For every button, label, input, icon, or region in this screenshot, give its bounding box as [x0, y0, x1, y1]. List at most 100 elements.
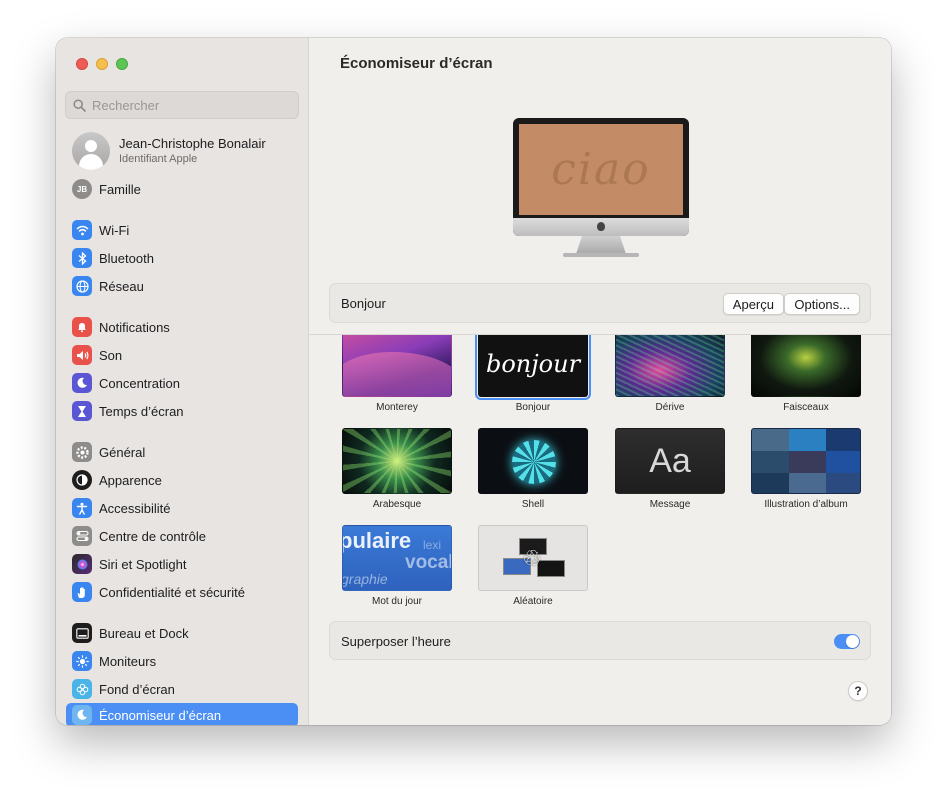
screensaver-preview: ciao [513, 118, 689, 268]
close-window-button[interactable] [76, 58, 88, 70]
sidebar-item-moniteurs[interactable]: Moniteurs [66, 649, 298, 673]
sidebar-item-apparence[interactable]: Apparence [66, 468, 298, 492]
sidebar-item-label: Bureau et Dock [99, 625, 189, 641]
saver-thumbnail: pulaire lexi vocal graphie [342, 525, 452, 591]
settings-window: Jean-Christophe Bonalair Identifiant App… [56, 38, 891, 725]
minimize-window-button[interactable] [96, 58, 108, 70]
sidebar-item-label: Siri et Spotlight [99, 556, 187, 572]
apple-account[interactable]: Jean-Christophe Bonalair Identifiant App… [72, 132, 266, 170]
sidebar-item-temps-ecran[interactable]: Temps d’écran [66, 399, 298, 423]
accessibility-icon [72, 498, 92, 518]
sidebar-item-label: Accessibilité [99, 500, 171, 516]
saver-tile-mot-du-jour[interactable]: pulaire lexi vocal graphie Mot du jour [342, 525, 452, 607]
saver-name: Faisceaux [783, 402, 829, 413]
saver-thumbnail: ♲ [478, 525, 588, 591]
imac-stand [576, 236, 626, 254]
saver-thumbnail [478, 428, 588, 494]
saver-tile-monterey[interactable]: Monterey [342, 335, 452, 413]
sidebar-item-accessibilite[interactable]: Accessibilité [66, 496, 298, 520]
sidebar-item-wifi[interactable]: Wi-Fi [66, 218, 298, 242]
hourglass-icon [72, 401, 92, 421]
sidebar-item-economiseur[interactable]: Économiseur d’écran [66, 703, 298, 725]
sidebar-item-confidentialite[interactable]: Confidentialité et sécurité [66, 580, 298, 604]
sidebar-item-centre-controle[interactable]: Centre de contrôle [66, 524, 298, 548]
sidebar-item-notifications[interactable]: Notifications [66, 315, 298, 339]
zoom-window-button[interactable] [116, 58, 128, 70]
sidebar-item-bureau-dock[interactable]: Bureau et Dock [66, 621, 298, 645]
saver-thumbnail [342, 335, 452, 397]
apple-logo-icon [597, 222, 605, 231]
search-icon [73, 98, 86, 112]
dock-icon [72, 623, 92, 643]
screensaver-grid: Monterey bonjour Bonjour Dérive Faisceau… [309, 335, 891, 619]
sidebar-item-label: Concentration [99, 375, 180, 391]
saver-thumbnail: Aa [615, 428, 725, 494]
sidebar-item-general[interactable]: Général [66, 440, 298, 464]
wifi-icon [72, 220, 92, 240]
bluetooth-icon [72, 248, 92, 268]
saver-tile-message[interactable]: Aa Message [615, 428, 725, 510]
saver-thumbnail: bonjour [475, 335, 591, 400]
saver-tile-bonjour[interactable]: bonjour Bonjour [475, 335, 591, 413]
sidebar-item-label: Fond d’écran [99, 681, 175, 697]
sidebar-item-siri[interactable]: Siri et Spotlight [66, 552, 298, 576]
sidebar-item-label: Moniteurs [99, 653, 157, 669]
imac-foot [563, 253, 639, 257]
control-center-icon [72, 526, 92, 546]
saver-name: Illustration d’album [764, 499, 848, 510]
sidebar-item-label: Général [99, 444, 146, 460]
saver-tile-album[interactable]: Illustration d’album [751, 428, 861, 510]
page-title: Économiseur d’écran [340, 55, 493, 72]
speaker-icon [72, 345, 92, 365]
help-button[interactable]: ? [848, 681, 868, 701]
shuffle-icon: ♲ [522, 546, 542, 571]
avatar [72, 132, 110, 170]
sidebar-item-fond-ecran[interactable]: Fond d’écran [66, 677, 298, 701]
saver-thumbnail-text: Aa [649, 441, 691, 480]
saver-name: Message [649, 499, 691, 510]
sidebar-item-reseau[interactable]: Réseau [66, 274, 298, 298]
gear-icon [72, 442, 92, 462]
sidebar-item-son[interactable]: Son [66, 343, 298, 367]
preview-text: ciao [551, 144, 651, 195]
show-clock-toggle[interactable] [834, 634, 860, 649]
account-name: Jean-Christophe Bonalair [119, 136, 266, 151]
sidebar-item-label: Notifications [99, 319, 170, 335]
sidebar-item-bluetooth[interactable]: Bluetooth [66, 246, 298, 270]
account-subtitle: Identifiant Apple [119, 153, 198, 165]
window-controls [76, 58, 128, 70]
sun-icon [72, 651, 92, 671]
sidebar-item-label: Réseau [99, 278, 144, 294]
saver-tile-shell[interactable]: Shell [478, 428, 588, 510]
saver-thumbnail [342, 428, 452, 494]
sidebar-item-label: Bluetooth [99, 250, 154, 266]
sidebar-item-label: Centre de contrôle [99, 528, 206, 544]
saver-tile-faisceaux[interactable]: Faisceaux [751, 335, 861, 413]
preview-screen: ciao [519, 124, 683, 215]
search-field[interactable] [65, 91, 299, 119]
preview-button[interactable]: Aperçu [722, 293, 784, 315]
saver-name: Mot du jour [371, 596, 423, 607]
saver-tile-derive[interactable]: Dérive [615, 335, 725, 413]
sidebar-item-label: Son [99, 347, 123, 363]
wallpaper-icon [72, 679, 92, 699]
saver-name: Monterey [376, 402, 418, 413]
sidebar-item-label: Famille [99, 181, 141, 197]
sidebar-item-famille[interactable]: JB Famille [66, 177, 298, 201]
saver-name: Dérive [655, 402, 685, 413]
saver-name: Aléatoire [513, 596, 553, 607]
search-input[interactable] [92, 97, 292, 113]
saver-tile-aleatoire[interactable]: ♲ Aléatoire [478, 525, 588, 607]
saver-name: Shell [521, 499, 545, 510]
sidebar-item-label: Économiseur d’écran [99, 707, 222, 723]
options-button[interactable]: Options... [784, 293, 860, 315]
main-pane: Économiseur d’écran ciao Bonjour Aperçu … [309, 38, 891, 725]
screensaver-icon [72, 705, 92, 725]
sidebar-item-label: Apparence [99, 472, 162, 488]
sidebar: Jean-Christophe Bonalair Identifiant App… [56, 38, 309, 725]
saver-name: Arabesque [372, 499, 422, 510]
saver-thumbnail-text: bonjour [485, 350, 581, 378]
sidebar-item-concentration[interactable]: Concentration [66, 371, 298, 395]
current-saver-label: Bonjour [341, 296, 386, 311]
saver-tile-arabesque[interactable]: Arabesque [342, 428, 452, 510]
